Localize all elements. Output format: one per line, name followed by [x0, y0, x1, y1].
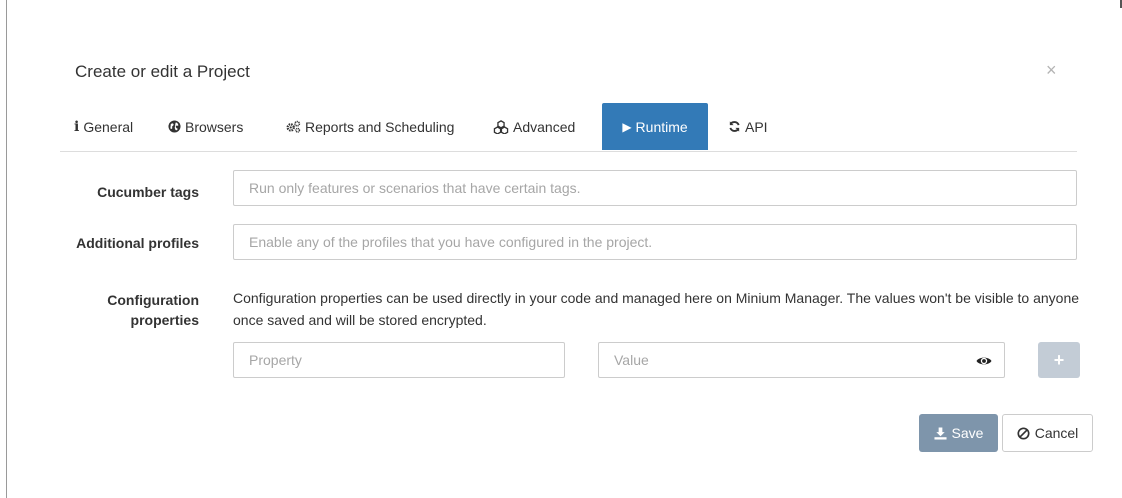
tab-reports-and-scheduling[interactable]: Reports and Scheduling: [286, 103, 454, 150]
save-button-label: Save: [951, 425, 984, 441]
play-icon: ▶: [622, 119, 632, 134]
cancel-button[interactable]: Cancel: [1002, 414, 1093, 452]
configuration-properties-label-line2: properties: [130, 312, 199, 328]
page: Create or edit a Project × i General Bro…: [0, 0, 1122, 498]
configuration-properties-label-line1: Configuration: [107, 292, 199, 308]
close-icon[interactable]: ×: [1046, 60, 1057, 81]
globe-icon: [168, 120, 181, 133]
download-icon: [933, 426, 947, 440]
tab-general[interactable]: i General: [74, 103, 133, 150]
tab-api[interactable]: API: [728, 103, 768, 150]
info-icon: i: [74, 118, 80, 135]
tab-advanced-label: Advanced: [513, 118, 576, 135]
tab-browsers-label: Browsers: [185, 118, 244, 135]
additional-profiles-input[interactable]: [233, 224, 1077, 260]
add-property-button[interactable]: +: [1038, 342, 1080, 378]
modal-title: Create or edit a Project: [75, 62, 250, 81]
configuration-properties-label: Configuration properties: [60, 290, 199, 330]
value-input[interactable]: [598, 342, 1005, 378]
tab-api-label: API: [745, 118, 768, 135]
tab-reports-label: Reports and Scheduling: [305, 118, 455, 135]
cubes-icon: [493, 119, 509, 134]
tab-bar: i General Browsers Reports and Schedulin…: [60, 103, 1077, 152]
tab-advanced[interactable]: Advanced: [493, 103, 575, 150]
cucumber-tags-input[interactable]: [233, 170, 1077, 206]
cucumber-tags-label: Cucumber tags: [97, 184, 199, 200]
ban-icon: [1017, 426, 1030, 440]
property-input[interactable]: [233, 342, 565, 378]
tab-runtime[interactable]: ▶ Runtime: [602, 103, 708, 150]
eye-icon[interactable]: [976, 354, 992, 366]
configuration-properties-help: Configuration properties can be used dir…: [233, 290, 1080, 328]
tab-browsers[interactable]: Browsers: [168, 103, 243, 150]
cogs-icon: [286, 120, 301, 133]
save-button[interactable]: Save: [919, 414, 998, 452]
refresh-icon: [728, 120, 741, 133]
tab-general-label: General: [83, 118, 134, 135]
tab-runtime-label: Runtime: [635, 118, 688, 135]
cancel-button-label: Cancel: [1034, 425, 1079, 441]
window-edge-left: [6, 0, 7, 498]
additional-profiles-label: Additional profiles: [76, 235, 199, 251]
